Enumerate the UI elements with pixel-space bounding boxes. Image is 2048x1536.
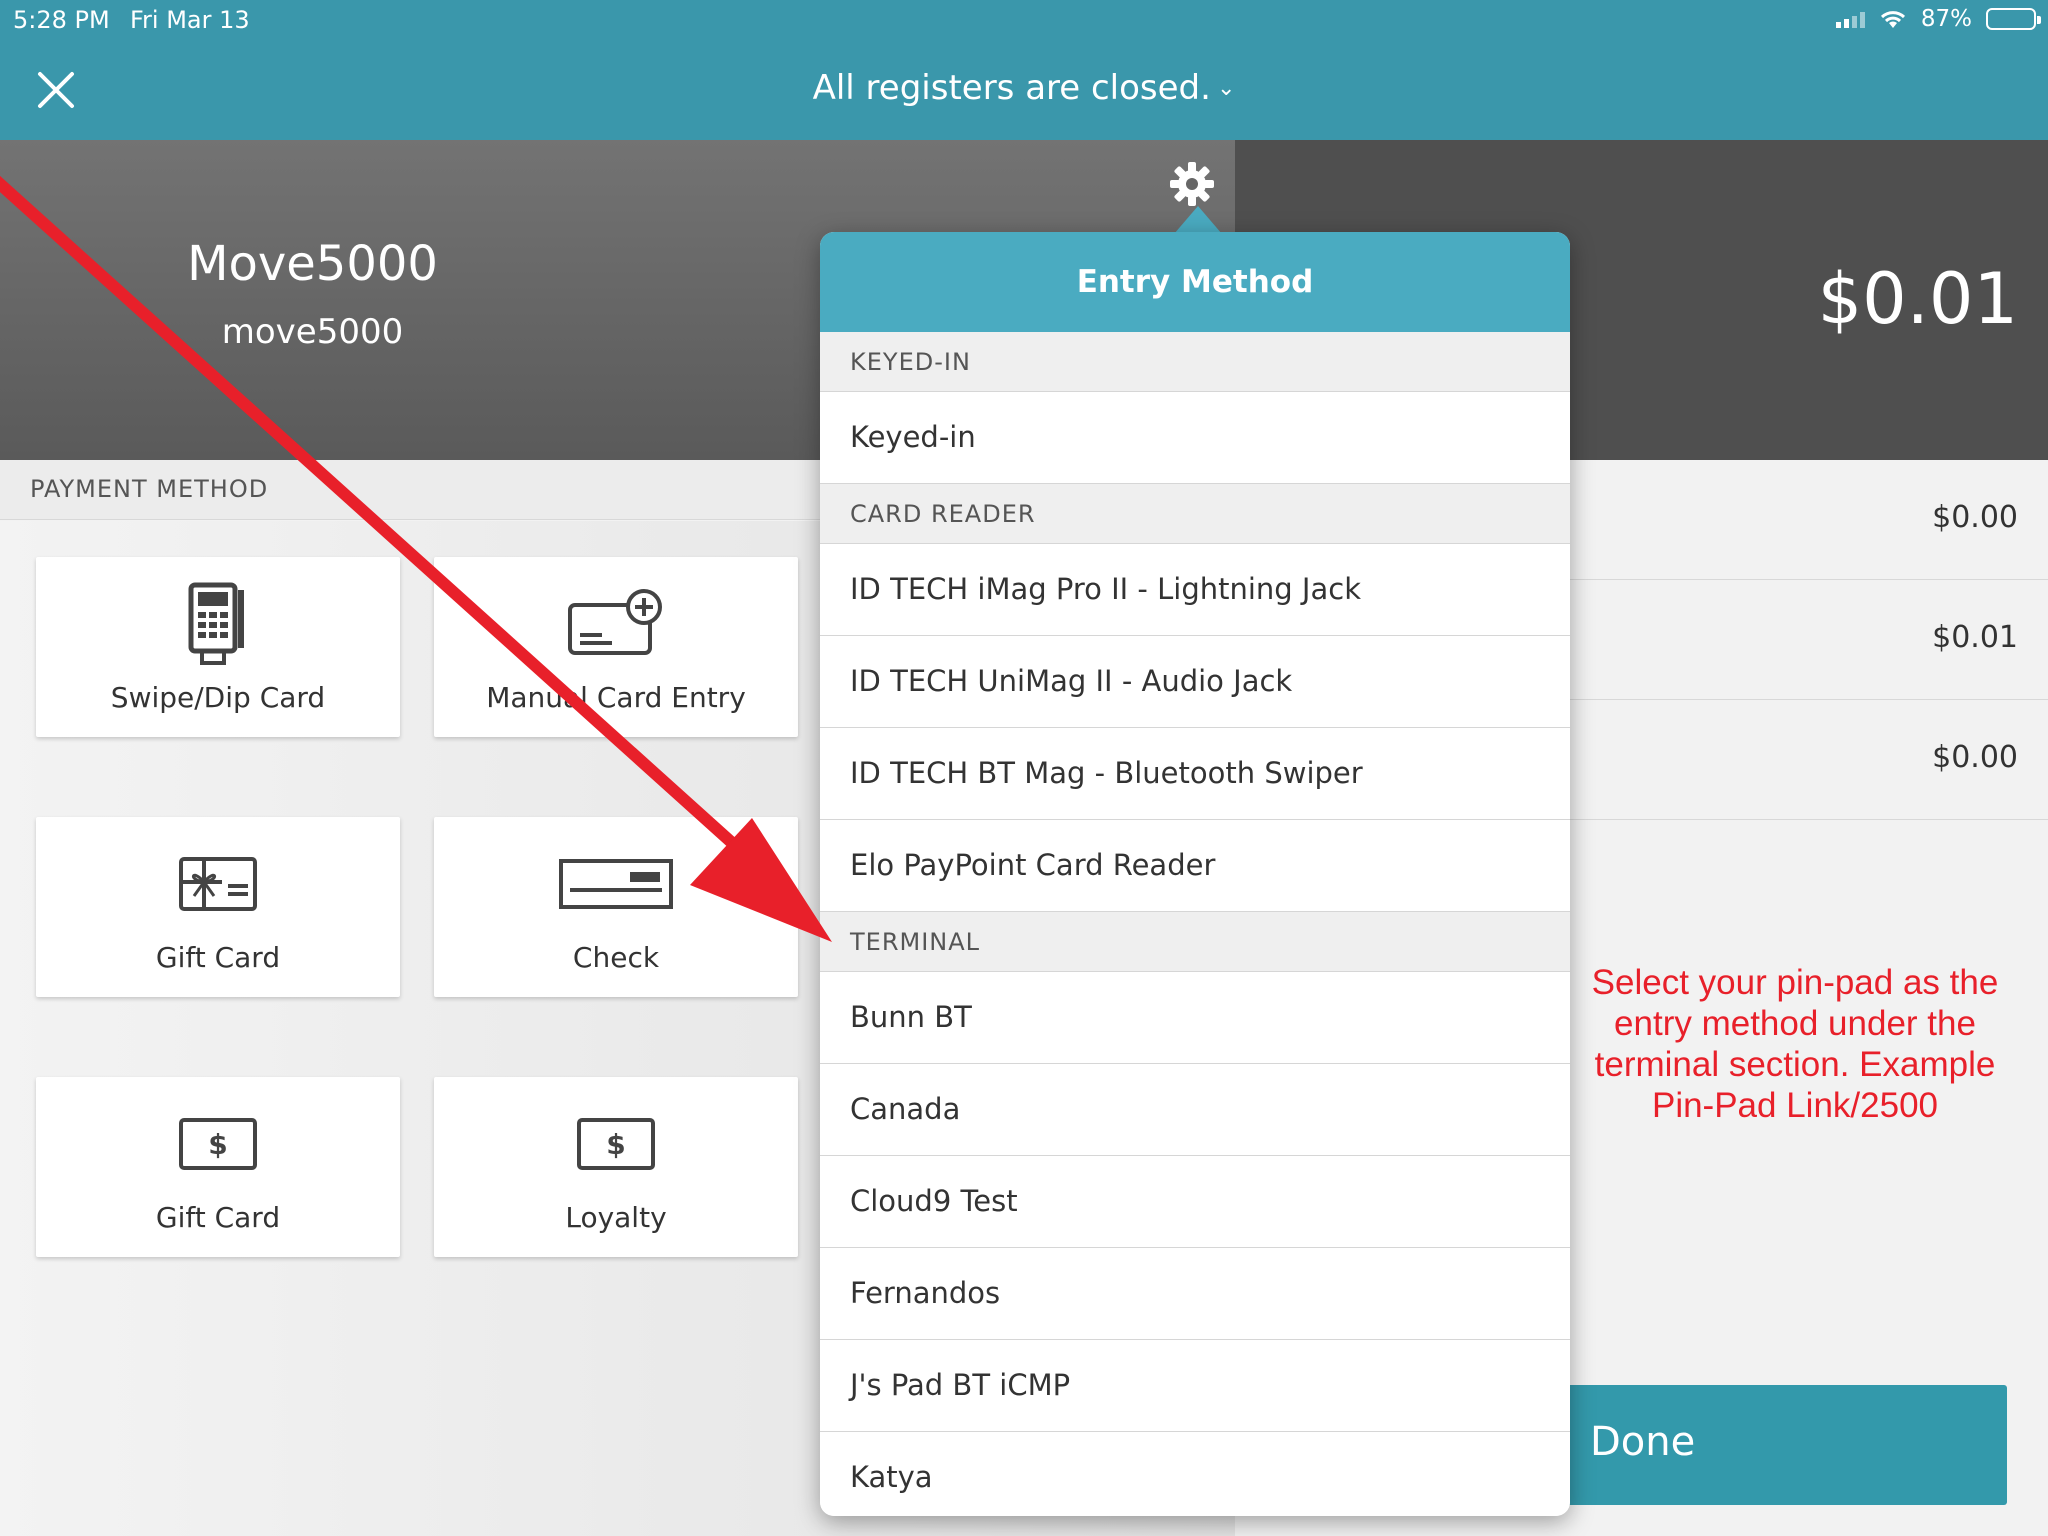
dollar-card-icon: $ <box>577 1118 655 1170</box>
entry-method-popover: Entry Method KEYED-IN Keyed-in CARD READ… <box>820 232 1570 1516</box>
gift-card-icon <box>179 857 257 911</box>
status-indicators: 87% <box>1835 6 2041 32</box>
tile-label: Check <box>572 941 660 974</box>
summary-amount: $0.01 <box>1932 620 2018 655</box>
svg-text:$: $ <box>208 1128 227 1161</box>
gift-card-button[interactable]: Gift Card <box>36 817 400 997</box>
summary-amount: $0.00 <box>1932 740 2018 775</box>
battery-icon <box>1986 8 2041 30</box>
summary-amount: $0.00 <box>1932 500 2018 535</box>
swipe-dip-card-button[interactable]: Swipe/Dip Card <box>36 557 400 737</box>
entry-option-bunn-bt[interactable]: Bunn BT <box>820 972 1570 1064</box>
popover-arrow <box>1174 206 1222 234</box>
entry-option-fernandos[interactable]: Fernandos <box>820 1248 1570 1340</box>
manual-card-entry-button[interactable]: Manual Card Entry <box>434 557 798 737</box>
status-time: 5:28 PM <box>13 6 110 34</box>
tile-label: Manual Card Entry <box>486 681 746 714</box>
section-heading-terminal: TERMINAL <box>820 912 1570 972</box>
battery-percent: 87% <box>1920 6 1972 32</box>
entry-option-imag-pro[interactable]: ID TECH iMag Pro II - Lightning Jack <box>820 544 1570 636</box>
check-button[interactable]: Check <box>434 817 798 997</box>
loyalty-button[interactable]: $ Loyalty <box>434 1077 798 1257</box>
tile-label: Loyalty <box>565 1201 667 1234</box>
section-heading-card-reader: CARD READER <box>820 484 1570 544</box>
wifi-icon <box>1880 11 1905 28</box>
tile-label: Swipe/Dip Card <box>110 681 326 714</box>
svg-text:$: $ <box>606 1128 625 1161</box>
tile-label: Gift Card <box>155 1201 281 1234</box>
popover-title: Entry Method <box>820 232 1570 332</box>
card-add-icon <box>568 589 662 655</box>
status-date: Fri Mar 13 <box>130 6 250 34</box>
entry-option-cloud9-test[interactable]: Cloud9 Test <box>820 1156 1570 1248</box>
entry-option-katya[interactable]: Katya <box>820 1432 1570 1516</box>
chevron-down-icon: ⌄ <box>1216 76 1236 101</box>
register-status-dropdown[interactable]: All registers are closed. ⌄ <box>0 68 2048 108</box>
tile-label: Gift Card <box>155 941 281 974</box>
cellular-signal-icon <box>1835 10 1865 28</box>
gear-icon[interactable] <box>1168 160 1216 208</box>
dollar-card-icon: $ <box>179 1118 257 1170</box>
top-bar: 5:28 PM Fri Mar 13 87% All registers are… <box>0 0 2048 140</box>
entry-option-elo-paypoint[interactable]: Elo PayPoint Card Reader <box>820 820 1570 912</box>
entry-option-unimag[interactable]: ID TECH UniMag II - Audio Jack <box>820 636 1570 728</box>
entry-option-bt-mag[interactable]: ID TECH BT Mag - Bluetooth Swiper <box>820 728 1570 820</box>
card-terminal-icon <box>188 582 244 665</box>
merchant-name: Move5000 <box>187 236 438 292</box>
gift-card-cash-button[interactable]: $ Gift Card <box>36 1077 400 1257</box>
entry-option-js-pad[interactable]: J's Pad BT iCMP <box>820 1340 1570 1432</box>
entry-option-canada[interactable]: Canada <box>820 1064 1570 1156</box>
section-heading-keyed-in: KEYED-IN <box>820 332 1570 392</box>
check-icon <box>559 859 673 909</box>
total-amount: $0.01 <box>1817 258 2018 340</box>
payment-method-heading: PAYMENT METHOD <box>30 475 269 503</box>
entry-option-keyed-in[interactable]: Keyed-in <box>820 392 1570 484</box>
instruction-annotation: Select your pin-pad as the entry method … <box>1591 963 1999 1125</box>
register-status-text: All registers are closed. <box>812 68 1211 108</box>
merchant-id: move5000 <box>221 312 404 352</box>
